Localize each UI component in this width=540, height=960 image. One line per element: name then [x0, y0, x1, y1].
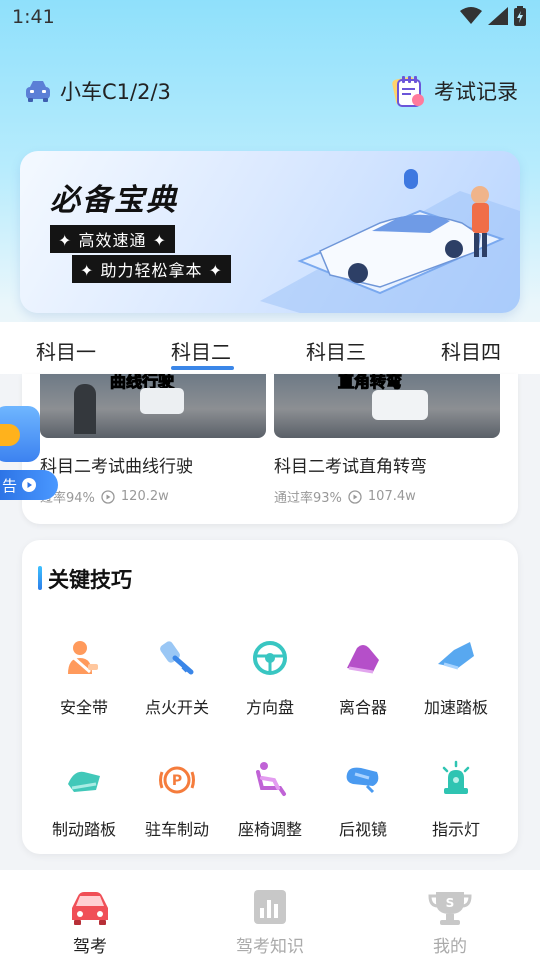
banner-title: 必备宝典: [50, 183, 178, 218]
svg-text:P: P: [172, 773, 182, 789]
wifi-icon: [460, 7, 482, 24]
skill-label: 制动踏板: [51, 820, 116, 839]
video-item-right-angle[interactable]: 直角转弯 科目二考试直角转弯 通过率93% 107.4w: [274, 374, 500, 506]
tab-subject-three[interactable]: 科目三: [306, 336, 366, 365]
play-icon: [101, 489, 115, 504]
car-type-selector[interactable]: 小车C1/2/3: [24, 76, 171, 106]
rearview-mirror-icon: [346, 767, 379, 794]
accelerator-pedal-icon: [438, 642, 474, 670]
nav-item-driving-test[interactable]: 驾考: [30, 888, 150, 957]
exam-record-button[interactable]: 考试记录: [390, 74, 518, 108]
tab-subject-one[interactable]: 科目一: [36, 336, 96, 365]
video-item-curve[interactable]: 曲线行驶 科目二考试曲线行驶 过率94% 120.2w: [40, 374, 266, 506]
skill-steering-wheel[interactable]: 方向盘: [222, 638, 318, 718]
battery-icon: [514, 6, 526, 26]
seat-adjust-icon: [256, 762, 286, 796]
skill-label: 座椅调整: [237, 820, 302, 839]
ad-label: 告: [2, 476, 18, 495]
video-card: 曲线行驶 科目二考试曲线行驶 过率94% 120.2w 直角转弯 科目二考试直角…: [22, 374, 518, 524]
nav-label: 驾考: [73, 937, 107, 957]
signal-icon: [488, 7, 508, 25]
skill-label: 指示灯: [431, 820, 480, 839]
ad-label-pill[interactable]: 告: [0, 470, 58, 500]
skill-seatbelt[interactable]: 安全带: [36, 638, 132, 718]
nav-item-mine[interactable]: S 我的: [390, 888, 510, 957]
video-thumbnail: 直角转弯: [274, 374, 500, 438]
skill-ignition[interactable]: 点火开关: [129, 638, 225, 718]
clutch-pedal-icon: [347, 645, 379, 674]
promo-banner[interactable]: 必备宝典 ✦ 高效速通 ✦ ✦ 助力轻松拿本 ✦: [20, 151, 520, 313]
seatbelt-icon: [68, 641, 98, 674]
video-thumbnail: 曲线行驶: [40, 374, 266, 438]
nav-item-knowledge[interactable]: 驾考知识: [210, 888, 330, 957]
exam-record-label: 考试记录: [434, 80, 518, 104]
nav-label: 驾考知识: [236, 937, 304, 957]
ad-mascot-icon: [0, 406, 40, 462]
skill-label: 驻车制动: [144, 820, 209, 839]
skill-label: 离合器: [338, 698, 387, 717]
skill-label: 方向盘: [245, 698, 294, 717]
brake-pedal-icon: [68, 771, 100, 792]
exam-record-icon: [392, 76, 424, 107]
video-meta: 通过率93% 107.4w: [274, 487, 500, 506]
video-title: 科目二考试曲线行驶: [40, 457, 193, 477]
video-title: 科目二考试直角转弯: [274, 457, 427, 477]
status-time: 1:41: [12, 6, 55, 28]
car-type-icon: [26, 81, 50, 102]
pass-rate: 通过率93%: [274, 491, 342, 506]
skill-label: 加速踏板: [423, 698, 488, 717]
skill-seat-adjust[interactable]: 座椅调整: [222, 760, 318, 840]
indicator-light-icon: [442, 760, 470, 794]
key-skills-card: 关键技巧 安全带 点火开关 方向盘 离合器 加速踏板 制动踏板 P 驻车制动 座…: [22, 540, 518, 854]
thumbnail-car: [372, 390, 428, 420]
nav-label: 我的: [433, 937, 467, 957]
section-title-accent: [38, 566, 42, 590]
skill-indicator-light[interactable]: 指示灯: [408, 760, 504, 840]
tab-subject-two[interactable]: 科目二: [171, 336, 231, 365]
parking-brake-icon: P: [159, 766, 195, 794]
skill-brake-pedal[interactable]: 制动踏板: [36, 760, 132, 840]
skill-clutch[interactable]: 离合器: [315, 638, 411, 718]
active-tab-indicator: [171, 366, 234, 370]
status-icons: [460, 6, 526, 26]
svg-text:S: S: [446, 896, 455, 910]
trophy-icon: S: [428, 892, 472, 925]
knowledge-chart-icon: [254, 890, 286, 924]
banner-car-illustration: [260, 169, 520, 313]
skill-label: 安全带: [59, 698, 108, 717]
view-count: 120.2w: [120, 489, 169, 504]
banner-tag-license: ✦ 助力轻松拿本 ✦: [72, 255, 231, 283]
subject-tabs: 科目一 科目二 科目三 科目四: [0, 322, 540, 374]
thumbnail-car: [140, 388, 184, 414]
skill-label: 点火开关: [144, 698, 209, 717]
skill-label: 后视镜: [338, 820, 387, 839]
skill-accelerator[interactable]: 加速踏板: [408, 638, 504, 718]
car-type-label: 小车C1/2/3: [60, 80, 171, 104]
video-meta: 过率94% 120.2w: [40, 487, 266, 506]
header: 小车C1/2/3 考试记录: [0, 72, 540, 112]
section-title: 关键技巧: [48, 568, 132, 592]
status-bar: 1:41: [0, 0, 540, 36]
banner-tag-fast: ✦ 高效速通 ✦: [50, 225, 175, 253]
thumbnail-person: [74, 384, 96, 434]
car-icon: [72, 892, 108, 925]
play-circle-icon: [22, 478, 37, 492]
tab-subject-four[interactable]: 科目四: [441, 336, 501, 365]
skill-parking-brake[interactable]: P 驻车制动: [129, 760, 225, 840]
ignition-key-icon: [160, 641, 194, 675]
skill-rearview-mirror[interactable]: 后视镜: [315, 760, 411, 840]
steering-wheel-icon: [253, 641, 287, 675]
view-count: 107.4w: [367, 489, 416, 504]
bottom-navigation: 驾考 驾考知识 S 我的: [0, 870, 540, 960]
play-icon: [348, 489, 362, 504]
